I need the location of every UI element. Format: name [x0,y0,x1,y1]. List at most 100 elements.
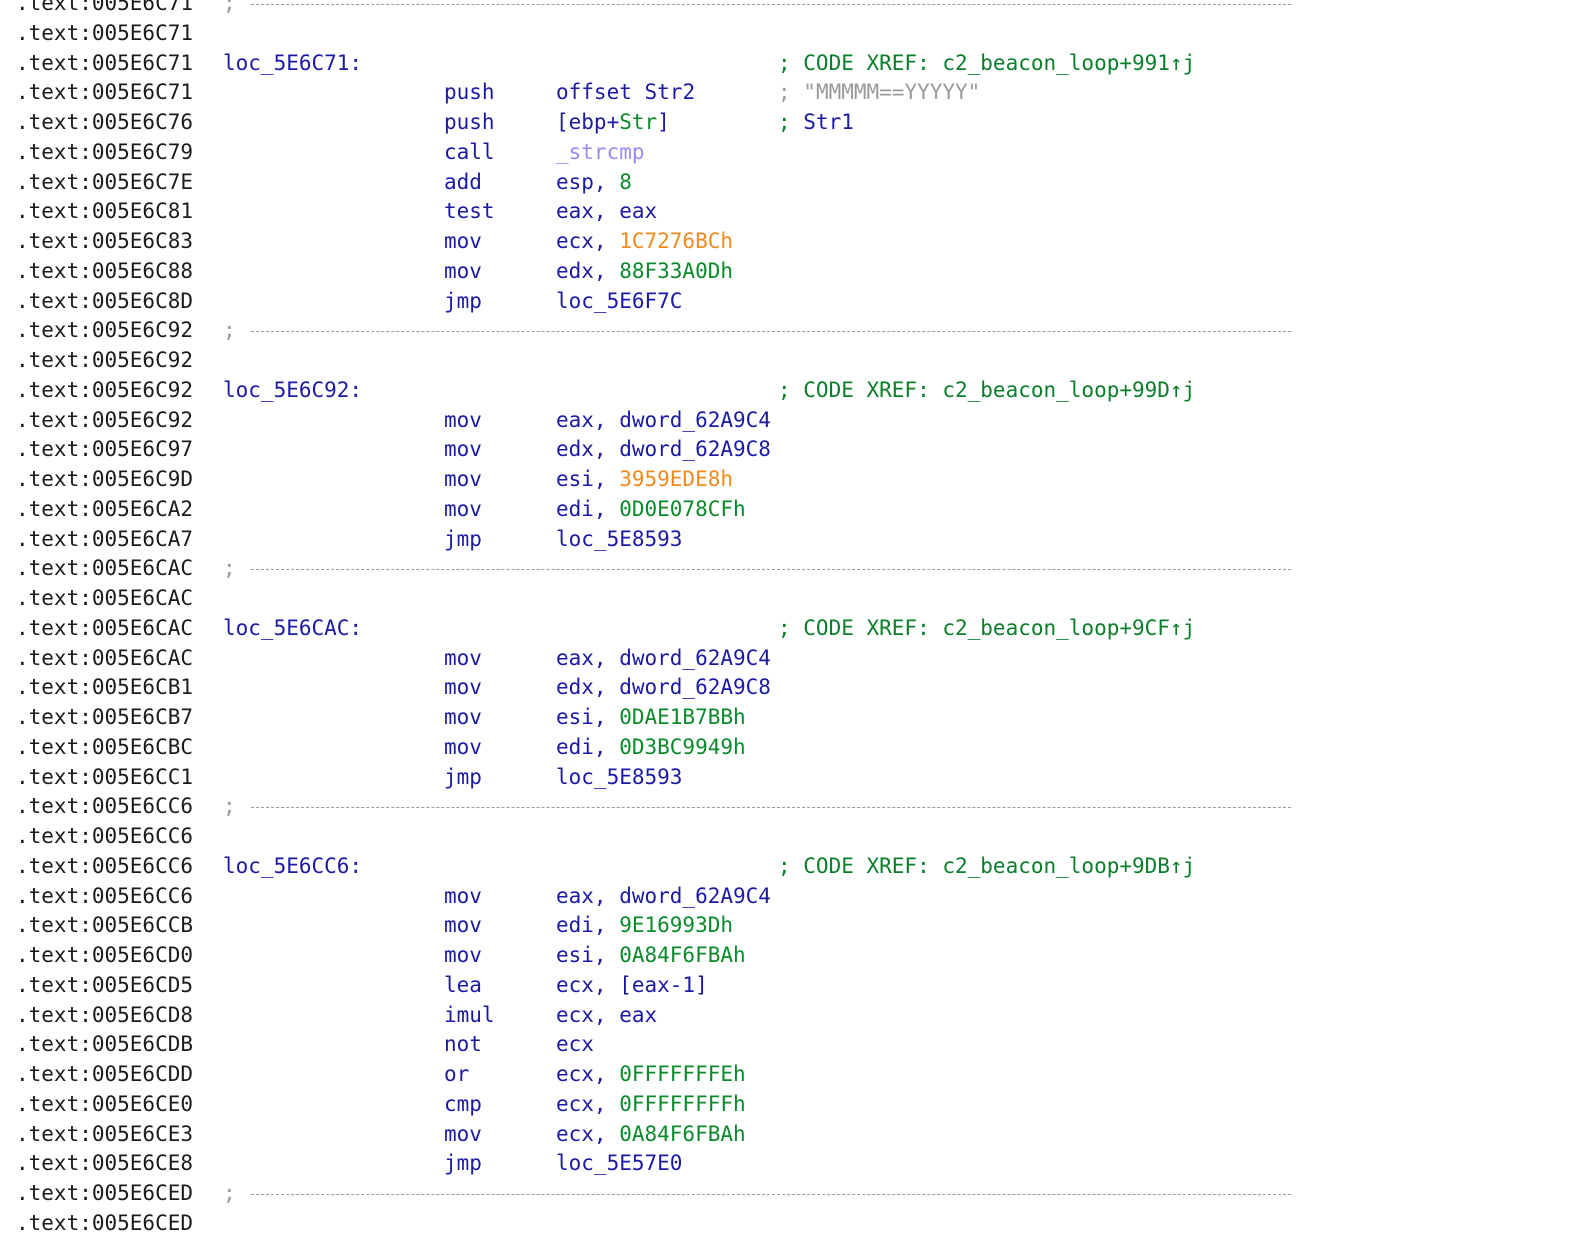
instruction-row[interactable]: .text:005E6CDD or ecx, 0FFFFFFFEh [16,1060,1576,1090]
code-label[interactable]: loc_5E6C71: [223,49,362,79]
mnemonic[interactable]: mov [444,435,482,465]
blank-row[interactable]: .text:005E6CC6 [16,822,1576,852]
instruction-row[interactable]: .text:005E6CE0 cmp ecx, 0FFFFFFFFh [16,1090,1576,1120]
operands[interactable]: eax, dword_62A9C4 [556,882,771,912]
address[interactable]: .text:005E6CE0 [16,1090,193,1120]
address[interactable]: .text:005E6C7E [16,168,193,198]
operands[interactable]: eax, dword_62A9C4 [556,406,771,436]
operands[interactable]: eax, dword_62A9C4 [556,644,771,674]
operand-token[interactable]: ecx, [556,1062,619,1086]
operand-token[interactable]: eax, dword_62A9C4 [556,408,771,432]
mnemonic[interactable]: push [444,78,495,108]
operands[interactable]: esi, 0A84F6FBAh [556,941,746,971]
operand-token[interactable]: Str2 [645,80,696,104]
mnemonic[interactable]: lea [444,971,482,1001]
operand-token[interactable]: ecx, [556,229,619,253]
operands[interactable]: loc_5E8593 [556,763,682,793]
instruction-row[interactable]: .text:005E6CB1 mov edx, dword_62A9C8 [16,673,1576,703]
mnemonic[interactable]: test [444,197,495,227]
instruction-row[interactable]: .text:005E6CD5 lea ecx, [eax-1] [16,971,1576,1001]
operand-token[interactable]: esi, [556,943,619,967]
instruction-row[interactable]: .text:005E6C71 push offset Str2; "MMMMM==Y… [16,78,1576,108]
mnemonic[interactable]: jmp [444,525,482,555]
mnemonic[interactable]: mov [444,495,482,525]
address[interactable]: .text:005E6CAC [16,614,193,644]
instruction-row[interactable]: .text:005E6CBC mov edi, 0D3BC9949h [16,733,1576,763]
code-label[interactable]: loc_5E6CAC: [223,614,362,644]
address[interactable]: .text:005E6CB1 [16,673,193,703]
operand-token[interactable]: edi, [556,497,619,521]
operand-token[interactable]: ecx, [eax-1] [556,973,708,997]
operand-token[interactable]: edx, [556,259,619,283]
mnemonic[interactable]: push [444,108,495,138]
operands[interactable]: eax, eax [556,197,657,227]
operand-token[interactable]: [ebp+ [556,110,619,134]
mnemonic[interactable]: jmp [444,287,482,317]
operand-token[interactable]: eax, dword_62A9C4 [556,646,771,670]
operand-token[interactable]: eax, dword_62A9C4 [556,884,771,908]
blank-row[interactable]: .text:005E6C92 [16,346,1576,376]
operand-token[interactable]: edi, [556,913,619,937]
separator-row[interactable]: .text:005E6CC6; [16,792,1576,822]
operands[interactable]: [ebp+Str] [556,108,670,138]
operand-num[interactable]: 8 [619,170,632,194]
address[interactable]: .text:005E6C8D [16,287,193,317]
operand-token[interactable]: esi, [556,467,619,491]
mnemonic[interactable]: mov [444,882,482,912]
address[interactable]: .text:005E6C81 [16,197,193,227]
operand-num[interactable]: 88F33A0Dh [619,259,733,283]
blank-row[interactable]: .text:005E6C71 [16,19,1576,49]
operands[interactable]: ecx, 0A84F6FBAh [556,1120,746,1150]
instruction-row[interactable]: .text:005E6CC6 mov eax, dword_62A9C4 [16,882,1576,912]
operand-token[interactable]: esp, [556,170,619,194]
address[interactable]: .text:005E6CC1 [16,763,193,793]
address[interactable]: .text:005E6C92 [16,406,193,436]
address[interactable]: .text:005E6C79 [16,138,193,168]
operands[interactable]: ecx, [eax-1] [556,971,708,1001]
instruction-row[interactable]: .text:005E6C97 mov edx, dword_62A9C8 [16,435,1576,465]
instruction-row[interactable]: .text:005E6CB7 mov esi, 0DAE1B7BBh [16,703,1576,733]
operand-num[interactable]: 0D3BC9949h [619,735,745,759]
mnemonic[interactable]: call [444,138,495,168]
address[interactable]: .text:005E6CCB [16,911,193,941]
label-row[interactable]: .text:005E6C92 loc_5E6C92: ; CODE XREF: c2… [16,376,1576,406]
mnemonic[interactable]: mov [444,941,482,971]
address[interactable]: .text:005E6CD8 [16,1001,193,1031]
instruction-row[interactable]: .text:005E6C79 call _strcmp [16,138,1576,168]
instruction-row[interactable]: .text:005E6C81 test eax, eax [16,197,1576,227]
instruction-row[interactable]: .text:005E6C92 mov eax, dword_62A9C4 [16,406,1576,436]
address[interactable]: .text:005E6C97 [16,435,193,465]
instruction-row[interactable]: .text:005E6CDB not ecx [16,1030,1576,1060]
instruction-row[interactable]: .text:005E6CC1 jmp loc_5E8593 [16,763,1576,793]
address[interactable]: .text:005E6CED [16,1179,193,1209]
mnemonic[interactable]: add [444,168,482,198]
mnemonic[interactable]: mov [444,703,482,733]
address[interactable]: .text:005E6CE8 [16,1149,193,1179]
mnemonic[interactable]: mov [444,644,482,674]
address[interactable]: .text:005E6C88 [16,257,193,287]
mnemonic[interactable]: mov [444,1120,482,1150]
operand-token[interactable]: loc_5E57E0 [556,1151,682,1175]
operands[interactable]: edi, 0D3BC9949h [556,733,746,763]
label-row[interactable]: .text:005E6CC6 loc_5E6CC6: ; CODE XREF: c2… [16,852,1576,882]
operand-ext[interactable]: _strcmp [556,140,645,164]
operands[interactable]: edx, dword_62A9C8 [556,435,771,465]
instruction-row[interactable]: .text:005E6CE8 jmp loc_5E57E0 [16,1149,1576,1179]
code-label[interactable]: loc_5E6CC6: [223,852,362,882]
operand-hl[interactable]: 1C7276BCh [619,229,733,253]
mnemonic[interactable]: mov [444,911,482,941]
operands[interactable]: ecx, 1C7276BCh [556,227,733,257]
separator-row[interactable]: .text:005E6C92; [16,316,1576,346]
mnemonic[interactable]: jmp [444,1149,482,1179]
operand-token[interactable]: ecx, [556,1122,619,1146]
separator-row[interactable]: .text:005E6CED; [16,1179,1576,1209]
instruction-row[interactable]: .text:005E6C83 mov ecx, 1C7276BCh [16,227,1576,257]
address[interactable]: .text:005E6C92 [16,346,193,376]
address[interactable]: .text:005E6CD5 [16,971,193,1001]
mnemonic[interactable]: jmp [444,763,482,793]
blank-row[interactable]: .text:005E6CED [16,1209,1576,1239]
instruction-row[interactable]: .text:005E6CA2 mov edi, 0D0E078CFh [16,495,1576,525]
code-label[interactable]: loc_5E6C92: [223,376,362,406]
operand-token[interactable]: loc_5E6F7C [556,289,682,313]
address[interactable]: .text:005E6C71 [16,78,193,108]
